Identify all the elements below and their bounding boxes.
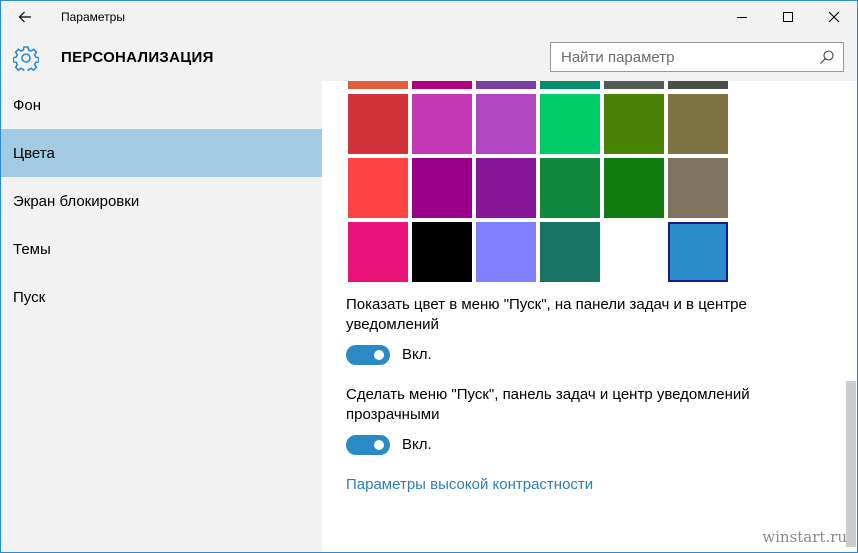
sidebar-item-label: Экран блокировки [13,192,140,210]
search-box[interactable] [550,42,844,72]
color-swatch[interactable] [348,94,408,154]
color-swatch[interactable] [348,158,408,218]
color-swatch[interactable] [412,158,472,218]
color-swatch[interactable] [412,222,472,282]
back-button[interactable] [1,1,49,33]
color-swatch[interactable] [476,81,536,89]
sidebar-item-background[interactable]: Фон [1,81,322,129]
sidebar-item-themes[interactable]: Темы [1,225,322,273]
sidebar-item-label: Темы [13,240,51,258]
sidebar-nav: Фон Цвета Экран блокировки Темы Пуск [1,81,322,552]
color-swatch[interactable] [476,222,536,282]
settings-window: Параметры ПЕРСОНАЛИЗАЦИЯ Найти параметр … [0,0,858,553]
color-swatch[interactable] [668,94,728,154]
watermark: winstart.ru [762,528,847,546]
high-contrast-link[interactable]: Параметры высокой контрастности [346,476,593,493]
color-swatch[interactable] [348,222,408,282]
toggle-knob [374,350,384,360]
maximize-button[interactable] [765,1,811,33]
page-title: ПЕРСОНАЛИЗАЦИЯ [61,49,214,66]
color-swatch[interactable] [604,81,664,89]
color-swatch[interactable] [668,222,728,282]
sidebar-item-colors[interactable]: Цвета [1,129,322,177]
arrow-left-icon [18,11,31,23]
color-swatch[interactable] [540,158,600,218]
content-pane: Показать цвет в меню "Пуск", на панели з… [322,81,857,552]
minimize-button[interactable] [719,1,765,33]
scrollbar-thumb[interactable] [846,381,856,547]
sidebar-item-start[interactable]: Пуск [1,273,322,321]
transparency-state: Вкл. [402,436,432,453]
toggle-knob [374,440,384,450]
search-input[interactable] [551,43,813,71]
show-color-state: Вкл. [402,346,432,363]
sidebar-item-label: Фон [13,96,42,114]
gear-icon [13,46,39,71]
sidebar-item-label: Цвета [13,144,55,162]
title-bar: Параметры [1,1,857,33]
transparency-toggle[interactable] [346,435,390,455]
color-swatch[interactable] [540,222,600,282]
color-swatch[interactable] [348,81,408,89]
sidebar-item-label: Пуск [13,288,46,306]
color-swatch[interactable] [668,158,728,218]
page-header: ПЕРСОНАЛИЗАЦИЯ [1,33,857,81]
transparency-description: Сделать меню "Пуск", панель задач и цент… [346,386,750,423]
color-swatch[interactable] [412,81,472,89]
color-swatch[interactable] [476,158,536,218]
color-swatch[interactable] [540,94,600,154]
show-color-toggle[interactable] [346,345,390,365]
minimize-icon [737,17,747,18]
color-swatch[interactable] [540,81,600,89]
window-title: Параметры [61,10,125,24]
color-swatch[interactable] [476,94,536,154]
maximize-icon [783,12,793,22]
color-swatch[interactable] [604,158,664,218]
close-icon [828,11,840,23]
sidebar-item-lock-screen[interactable]: Экран блокировки [1,177,322,225]
color-swatch[interactable] [604,94,664,154]
color-swatch[interactable] [668,81,728,89]
color-swatch[interactable] [412,94,472,154]
search-icon[interactable] [819,49,835,65]
close-button[interactable] [811,1,857,33]
show-color-description: Показать цвет в меню "Пуск", на панели з… [346,296,747,333]
